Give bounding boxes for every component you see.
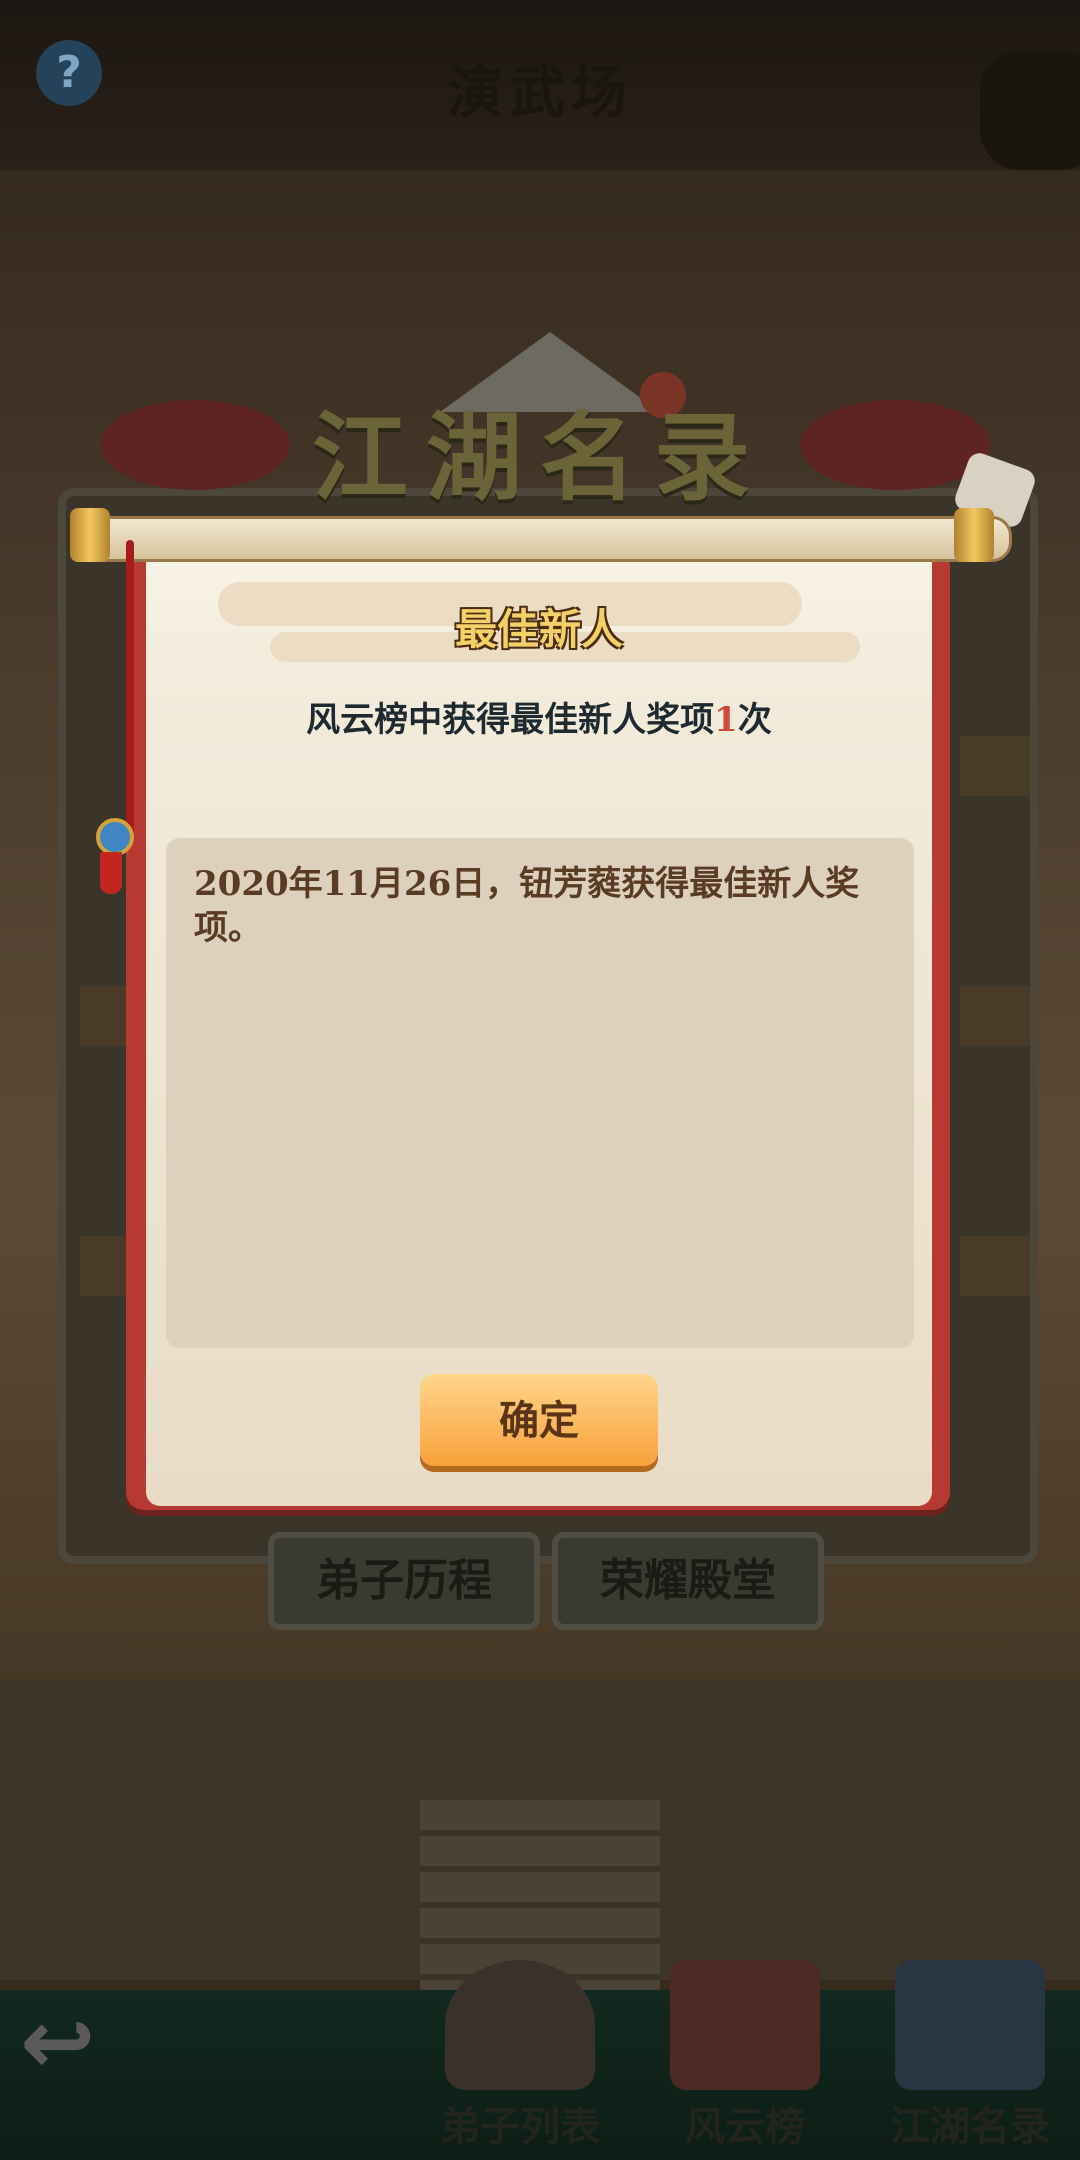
award-record-text: 2020年11月26日，钮芳蕤获得最佳新人奖项。 — [194, 864, 860, 948]
confirm-button[interactable]: 确定 — [420, 1374, 658, 1466]
award-summary: 风云榜中获得最佳新人奖项1次 — [146, 692, 932, 741]
nav-fengyun-ranking[interactable]: 风云榜 — [645, 1960, 845, 2150]
back-arrow-icon[interactable]: ↩ — [20, 1990, 130, 2095]
shelf — [960, 1236, 1030, 1296]
banner-title: 江湖名录 — [312, 401, 768, 514]
shelf — [960, 736, 1030, 796]
award-summary-prefix: 风云榜中获得最佳新人奖项 — [306, 700, 715, 740]
nav-disciple-list[interactable]: 弟子列表 — [420, 1960, 620, 2150]
nav-jianghu-label: 江湖名录 — [890, 2103, 1050, 2150]
jade-bead-icon — [96, 818, 134, 856]
disciple-portrait-icon — [445, 1960, 595, 2090]
tab-hall-of-fame[interactable]: 荣耀殿堂 — [552, 1532, 824, 1630]
rod-cap-right — [954, 508, 994, 562]
nav-disciple-list-label: 弟子列表 — [440, 2103, 600, 2150]
tab-disciple-history[interactable]: 弟子历程 — [268, 1532, 540, 1630]
scroll-icon — [670, 1960, 820, 2090]
nav-jianghu-roster[interactable]: 江湖名录 — [870, 1960, 1070, 2150]
award-summary-suffix: 次 — [737, 700, 772, 740]
top-right-button[interactable] — [980, 50, 1080, 170]
award-count: 1 — [714, 700, 738, 740]
book-icon — [895, 1960, 1045, 2090]
tassel — [100, 852, 122, 894]
rod-cap-left — [70, 508, 110, 562]
shelf — [960, 986, 1030, 1046]
nav-fengyun-label: 风云榜 — [685, 2103, 805, 2150]
scroll-rod — [74, 516, 1012, 562]
award-title: 最佳新人 — [454, 605, 623, 654]
scene-title: 演武场 — [447, 60, 633, 126]
tassel-cord — [126, 540, 134, 840]
